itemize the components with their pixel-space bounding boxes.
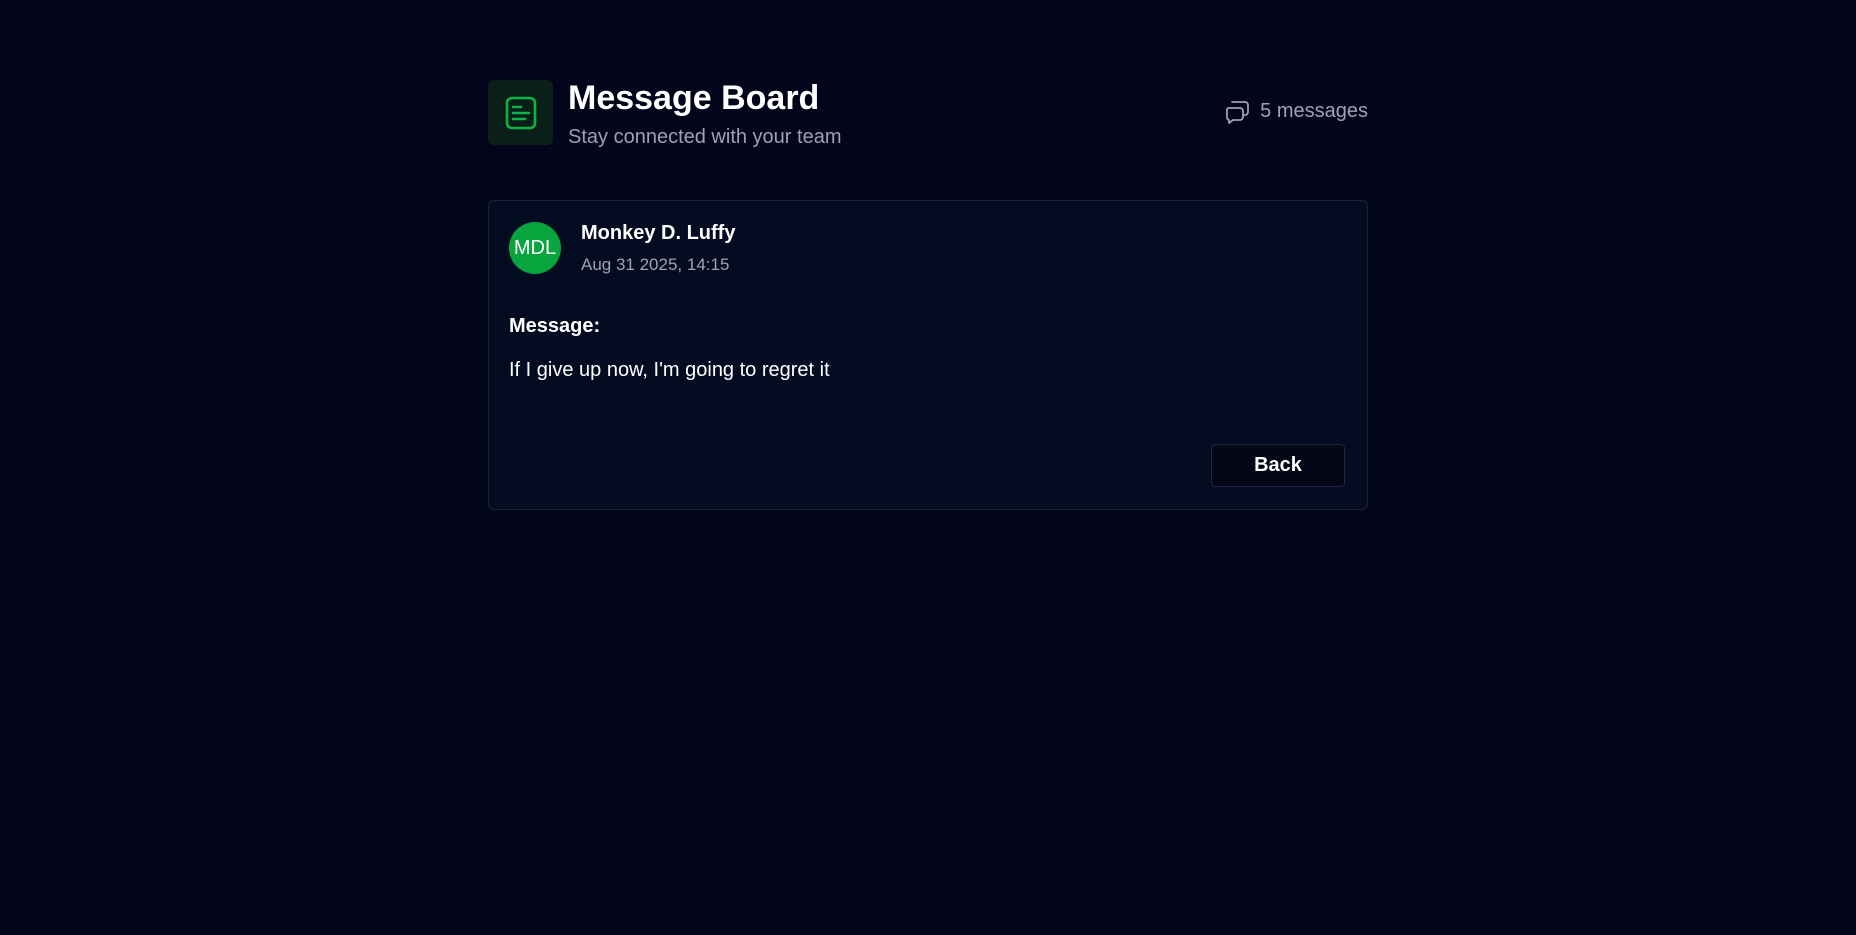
chat-bubbles-icon	[1226, 101, 1250, 124]
page-subtitle: Stay connected with your team	[568, 126, 842, 148]
message-timestamp: Aug 31 2025, 14:15	[581, 255, 730, 274]
message-count: 5 messages	[1224, 98, 1368, 124]
message-label: Message:	[509, 315, 601, 337]
page-header: Message Board Stay connected with your t…	[488, 79, 1368, 150]
message-count-label: 5 messages	[1260, 99, 1368, 122]
back-button[interactable]: Back	[1211, 444, 1345, 487]
logo	[488, 80, 553, 145]
avatar: MDL	[509, 222, 561, 274]
author-name: Monkey D. Luffy	[581, 222, 736, 244]
message-board-icon	[505, 96, 536, 129]
page-title: Message Board	[568, 79, 820, 117]
message-card: MDL Monkey D. Luffy Aug 31 2025, 14:15 M…	[488, 200, 1368, 510]
message-body: If I give up now, I'm going to regret it	[509, 359, 830, 381]
